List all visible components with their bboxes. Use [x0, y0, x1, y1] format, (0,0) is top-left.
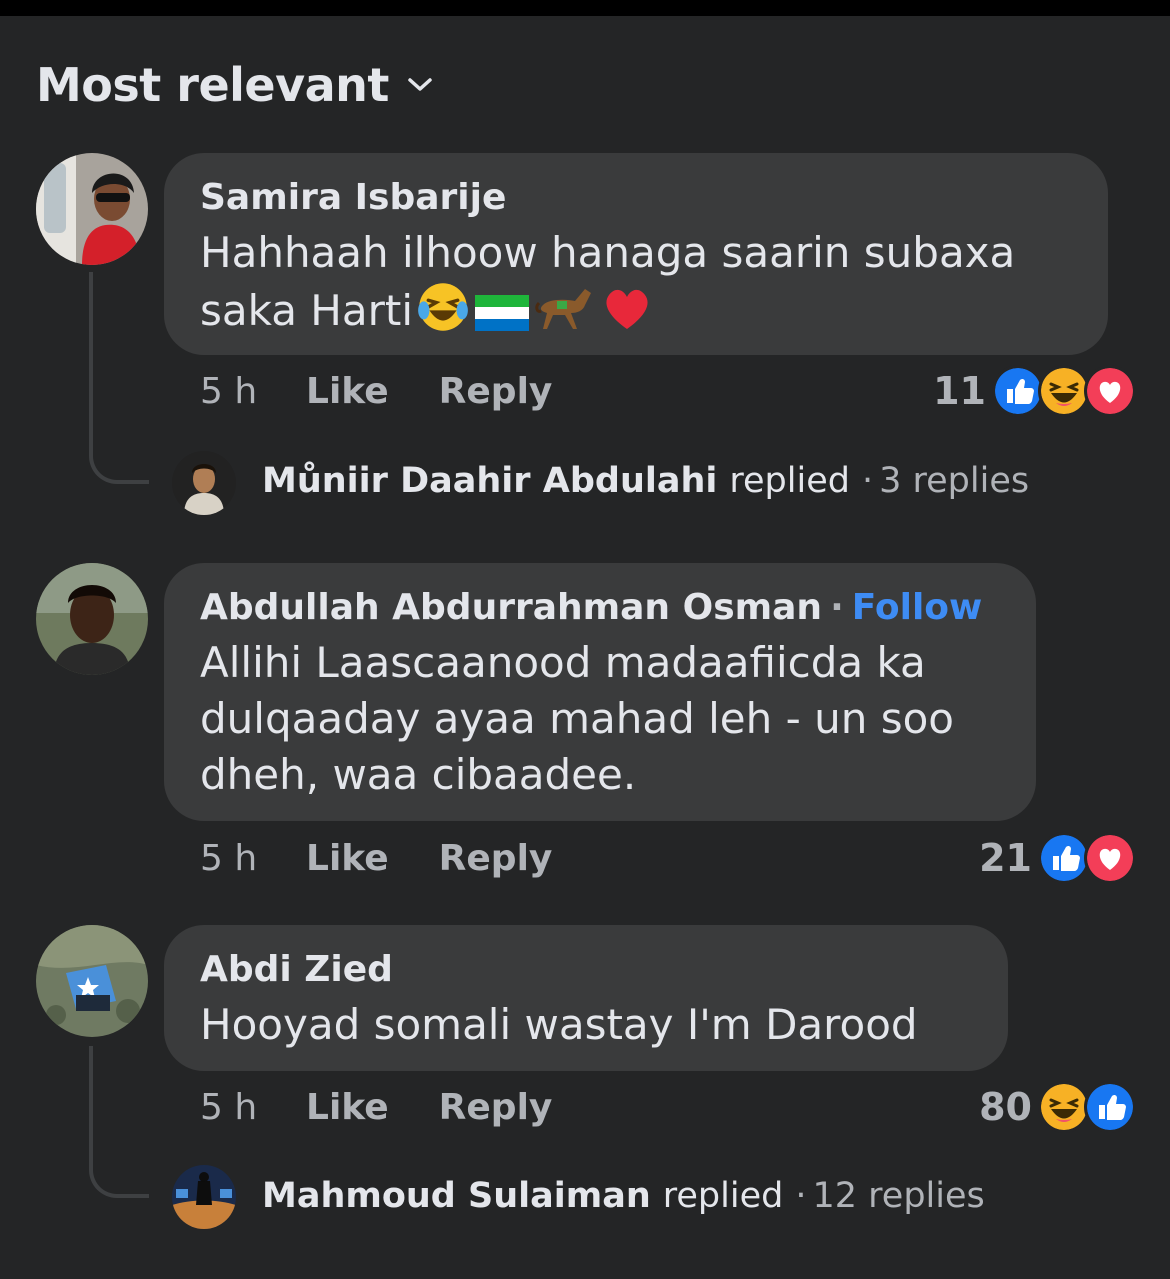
reply-avatar[interactable] [172, 1165, 236, 1229]
like-button[interactable]: Like [306, 838, 389, 879]
comment-actions: 5 h Like Reply [200, 833, 602, 883]
reply-button[interactable]: Reply [439, 838, 553, 879]
like-reaction-icon [992, 365, 1044, 417]
horse-emoji-icon [535, 281, 597, 347]
haha-reaction-icon [1038, 1081, 1090, 1133]
comment-actions: 5 h Like Reply [200, 366, 602, 416]
love-reaction-icon [1084, 365, 1136, 417]
chevron-down-icon [407, 77, 433, 97]
comment-text-line: Hahhaah ilhoow hanaga saarin subaxa [200, 228, 1016, 277]
like-reaction-icon [1038, 832, 1090, 884]
comment-actions: 5 h Like Reply [200, 1082, 602, 1132]
like-button[interactable]: Like [306, 1087, 389, 1128]
reaction-count: 11 [933, 369, 986, 413]
reply-author: Mahmoud Sulaiman [262, 1176, 651, 1216]
comment-text-line: Allihi Laascaanood madaafiicda ka [200, 638, 926, 687]
reply-count: 12 replies [812, 1176, 985, 1216]
comment-text-line: saka Harti [200, 286, 414, 335]
reply-avatar[interactable] [172, 451, 236, 515]
reaction-count: 80 [979, 1085, 1032, 1129]
reply-author: Můniir Daahir Abdulahi [262, 461, 718, 501]
sort-dropdown[interactable]: Most relevant [36, 50, 433, 120]
comment-bubble[interactable]: Abdi Zied Hooyad somali wastay I'm Daroo… [164, 925, 1008, 1071]
haha-reaction-icon [1038, 365, 1090, 417]
author-separator: · [830, 587, 844, 628]
reactions-summary[interactable]: 80 [979, 1081, 1136, 1133]
view-replies-link[interactable]: Můniir Daahir Abdulahi replied · 3 repli… [262, 453, 1029, 509]
reactions-summary[interactable]: 11 [933, 365, 1136, 417]
reply-separator: · [795, 1176, 807, 1216]
comment-timestamp[interactable]: 5 h [200, 371, 306, 412]
avatar[interactable] [36, 153, 148, 265]
comment-text-line: dulqaaday ayaa mahad leh - un soo [200, 694, 954, 743]
comment-author[interactable]: Samira Isbarije [200, 175, 1072, 221]
reply-separator: · [861, 461, 874, 501]
comment-bubble[interactable]: Abdullah Abdurrahman Osman · Follow Allihi… [164, 563, 1036, 821]
comment-timestamp[interactable]: 5 h [200, 838, 306, 879]
avatar[interactable] [36, 563, 148, 675]
comment-text: Hahhaah ilhoow hanaga saarin subaxa saka… [200, 225, 1072, 347]
comment-text: Allihi Laascaanood madaafiicda ka dulqaa… [200, 635, 1000, 803]
thread-line [89, 1046, 149, 1198]
like-button[interactable]: Like [306, 371, 389, 412]
reply-button[interactable]: Reply [439, 1087, 553, 1128]
comment-bubble[interactable]: Samira Isbarije Hahhaah ilhoow hanaga sa… [164, 153, 1108, 355]
sort-label: Most relevant [36, 58, 389, 112]
thread-line [89, 272, 149, 484]
comment-text-line: dheh, waa cibaadee. [200, 750, 637, 799]
avatar[interactable] [36, 925, 148, 1037]
reactions-summary[interactable]: 21 [979, 832, 1136, 884]
red-heart-emoji-icon [601, 283, 653, 347]
reply-count: 3 replies [879, 461, 1030, 501]
like-reaction-icon [1084, 1081, 1136, 1133]
sierra-leone-flag-emoji-icon [473, 291, 531, 347]
status-bar-edge [0, 0, 1170, 16]
comment-author[interactable]: Abdi Zied [200, 947, 972, 993]
comment-text: Hooyad somali wastay I'm Darood [200, 997, 972, 1053]
laughing-tears-emoji-icon [417, 281, 469, 347]
reply-button[interactable]: Reply [439, 371, 553, 412]
comment-timestamp[interactable]: 5 h [200, 1087, 306, 1128]
reaction-count: 21 [979, 836, 1032, 880]
reply-verb: replied [662, 1176, 784, 1216]
comment-author[interactable]: Abdullah Abdurrahman Osman [200, 587, 822, 628]
follow-button[interactable]: Follow [852, 587, 983, 628]
reply-verb: replied [729, 461, 850, 501]
comment-text-line: Hooyad somali wastay I'm Darood [200, 1000, 918, 1049]
view-replies-link[interactable]: Mahmoud Sulaiman replied · 12 replies [262, 1168, 985, 1224]
love-reaction-icon [1084, 832, 1136, 884]
